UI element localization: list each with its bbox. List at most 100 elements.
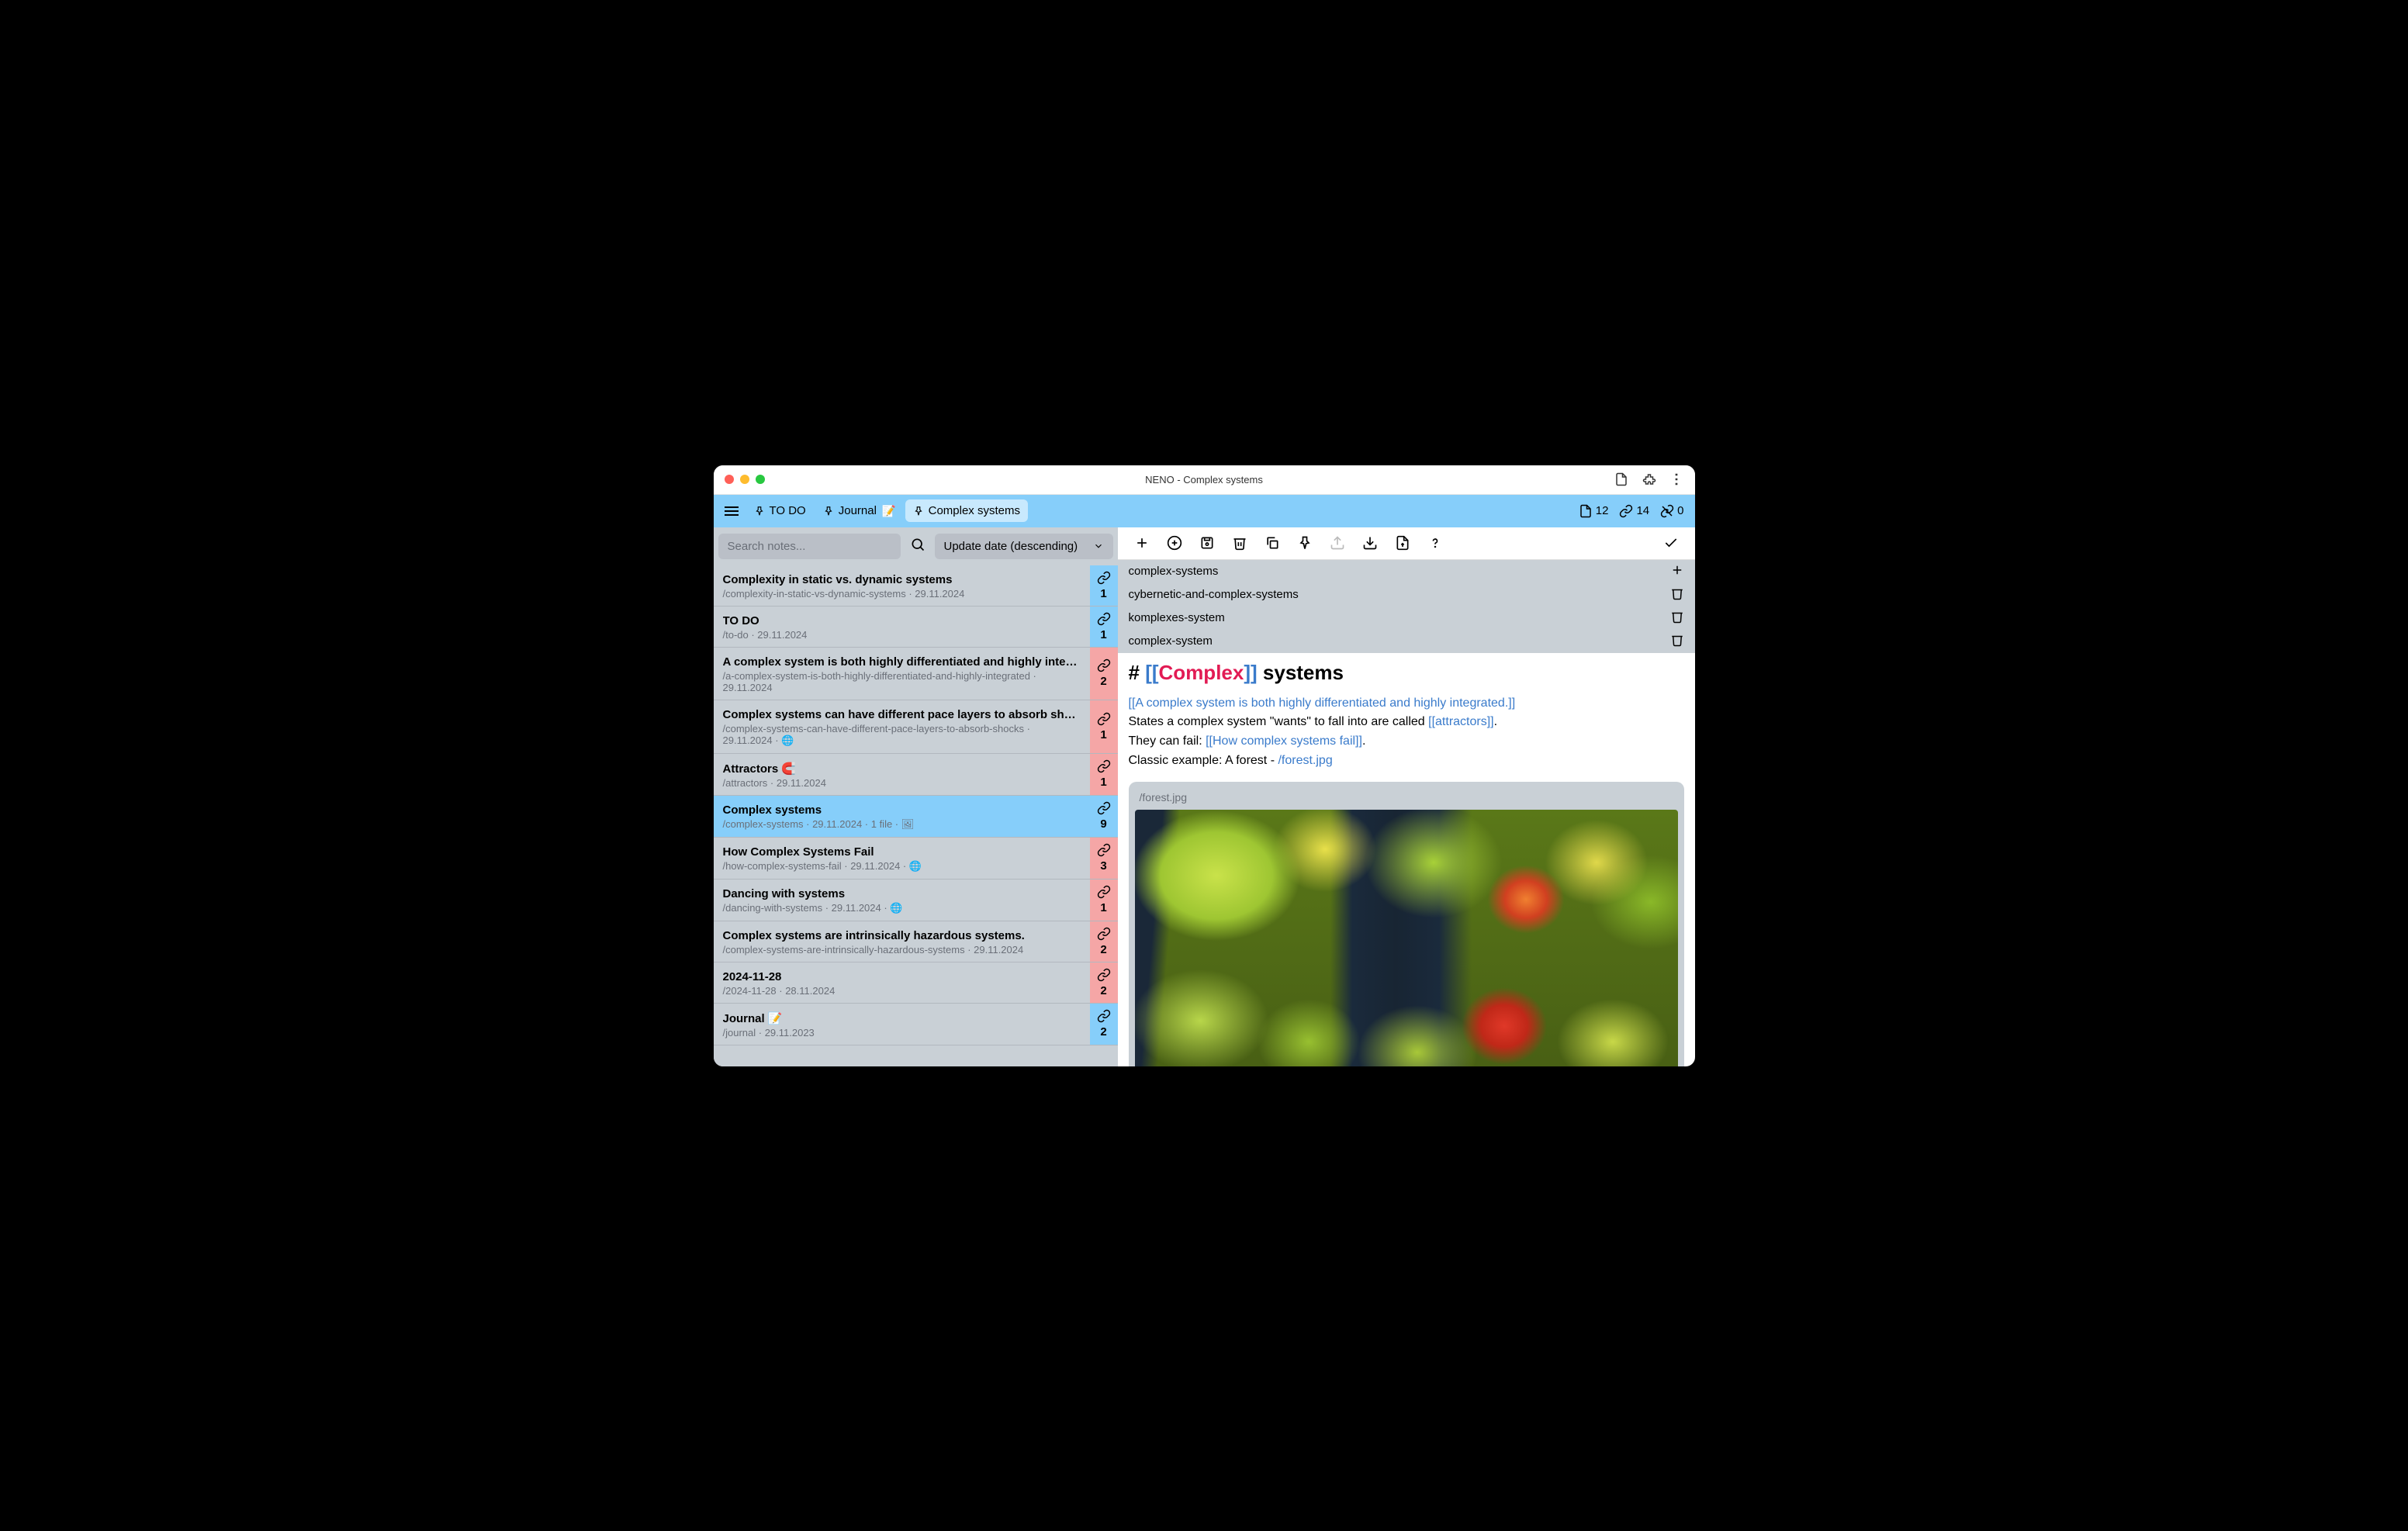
chevron-down-icon [1093,541,1104,551]
pin-icon [823,506,834,517]
note-title: How Complex Systems Fail [723,845,1081,859]
extension-icon[interactable] [1642,472,1656,486]
help-button[interactable] [1419,527,1451,560]
alias-row: complex-systems [1118,560,1695,583]
document-icon[interactable] [1614,472,1628,486]
link-icon [1097,1009,1111,1023]
alias-row: komplexes-system [1118,607,1695,630]
note-link-count: 2 [1090,648,1118,700]
note-link-count: 2 [1090,921,1118,962]
note-title: Journal 📝 [723,1011,1081,1025]
forest-image [1135,810,1678,1066]
note-list: Complexity in static vs. dynamic systems… [714,565,1118,1066]
stat-links[interactable]: 14 [1619,504,1649,518]
trash-icon [1670,633,1684,647]
save-button[interactable] [1191,527,1223,560]
note-link-count: 1 [1090,700,1118,753]
alias-name: complex-systems [1129,565,1219,578]
sort-select[interactable]: Update date (descending) [935,534,1113,559]
minimize-window-button[interactable] [740,475,749,484]
note-item[interactable]: Attractors 🧲 /attractors · 29.11.2024 1 [714,754,1118,796]
upload-button[interactable] [1321,527,1354,560]
note-meta: /to-do · 29.11.2024 [723,629,1081,641]
trash-icon [1670,586,1684,600]
alias-row: cybernetic-and-complex-systems [1118,583,1695,607]
trash-icon [1232,535,1247,551]
file-link[interactable]: /forest.jpg [1278,754,1332,767]
link-icon [1097,801,1111,815]
window-title: NENO - Complex systems [1145,474,1263,486]
editor-body[interactable]: # [[Complex]] systems [[A complex system… [1118,653,1695,1066]
note-item[interactable]: Journal 📝 /journal · 29.11.2023 2 [714,1004,1118,1045]
count: 12 [1596,504,1609,517]
more-icon[interactable]: ⋯ [1670,472,1684,486]
link-icon [1097,759,1111,773]
note-title: TO DO [723,614,1081,627]
note-item[interactable]: 2024-11-28 /2024-11-28 · 28.11.2024 2 [714,962,1118,1004]
note-item[interactable]: Complex systems /complex-systems · 29.11… [714,796,1118,838]
pin-tab-todo[interactable]: TO DO [746,499,814,522]
note-link-count: 2 [1090,962,1118,1003]
editor-line: They can fail: [[How complex systems fai… [1129,732,1684,752]
note-icon [1579,504,1593,518]
note-item[interactable]: Complexity in static vs. dynamic systems… [714,565,1118,607]
note-link-count: 1 [1090,565,1118,606]
plus-icon [1670,563,1684,577]
note-item[interactable]: Dancing with systems /dancing-with-syste… [714,880,1118,921]
note-link-count: 1 [1090,754,1118,795]
note-item[interactable]: Complex systems are intrinsically hazard… [714,921,1118,962]
note-meta: /a-complex-system-is-both-highly-differe… [723,670,1081,693]
new-note-button[interactable] [1126,527,1158,560]
delete-button[interactable] [1223,527,1256,560]
trash-icon [1670,610,1684,624]
emoji: 📝 [881,504,896,518]
alias-delete-button[interactable] [1670,610,1684,627]
note-meta: /attractors · 29.11.2024 [723,777,1081,789]
pin-tab-journal[interactable]: Journal 📝 [815,499,904,523]
link-icon [1097,885,1111,899]
link-icon [1097,612,1111,626]
stat-notes[interactable]: 12 [1579,504,1609,518]
note-link-count: 1 [1090,880,1118,921]
alias-delete-button[interactable] [1670,633,1684,650]
note-item[interactable]: TO DO /to-do · 29.11.2024 1 [714,607,1118,648]
sidebar: Update date (descending) Complexity in s… [714,527,1118,1066]
note-title: Complex systems [723,804,1081,817]
download-icon [1362,535,1378,551]
import-button[interactable] [1386,527,1419,560]
maximize-window-button[interactable] [756,475,765,484]
note-meta: /complex-systems-can-have-different-pace… [723,723,1081,747]
search-icon [910,537,925,552]
pin-icon [754,506,765,517]
editor-toolbar [1118,527,1695,560]
alias-delete-button[interactable] [1670,586,1684,603]
add-circle-button[interactable] [1158,527,1191,560]
confirm-button[interactable] [1655,527,1687,560]
stat-broken[interactable]: 0 [1660,504,1683,518]
note-title: Attractors 🧲 [723,762,1081,776]
close-window-button[interactable] [725,475,734,484]
note-item[interactable]: How Complex Systems Fail /how-complex-sy… [714,838,1118,880]
note-item[interactable]: A complex system is both highly differen… [714,648,1118,700]
wiki-link[interactable]: How complex systems fail [1213,734,1355,748]
note-title: Complex systems are intrinsically hazard… [723,929,1081,942]
pin-tab-complex-systems[interactable]: Complex systems [905,499,1028,522]
alias-add-button[interactable] [1670,563,1684,580]
file-up-icon [1395,535,1410,551]
wiki-link[interactable]: attractors [1435,715,1487,728]
unlink-icon [1660,504,1674,518]
pin-button[interactable] [1289,527,1321,560]
menu-button[interactable] [718,506,745,517]
note-meta: /complex-systems-are-intrinsically-hazar… [723,944,1081,956]
copy-button[interactable] [1256,527,1289,560]
note-meta: /complex-systems · 29.11.2024 · 1 file ·… [723,818,1081,831]
download-button[interactable] [1354,527,1386,560]
search-input[interactable] [718,534,901,559]
search-button[interactable] [907,534,929,559]
wiki-link[interactable]: A complex system is both highly differen… [1135,696,1508,710]
link-icon [1097,843,1111,857]
note-item[interactable]: Complex systems can have different pace … [714,700,1118,754]
note-meta: /journal · 29.11.2023 [723,1027,1081,1039]
sort-label: Update date (descending) [944,540,1078,553]
note-title: Complexity in static vs. dynamic systems [723,573,1081,586]
